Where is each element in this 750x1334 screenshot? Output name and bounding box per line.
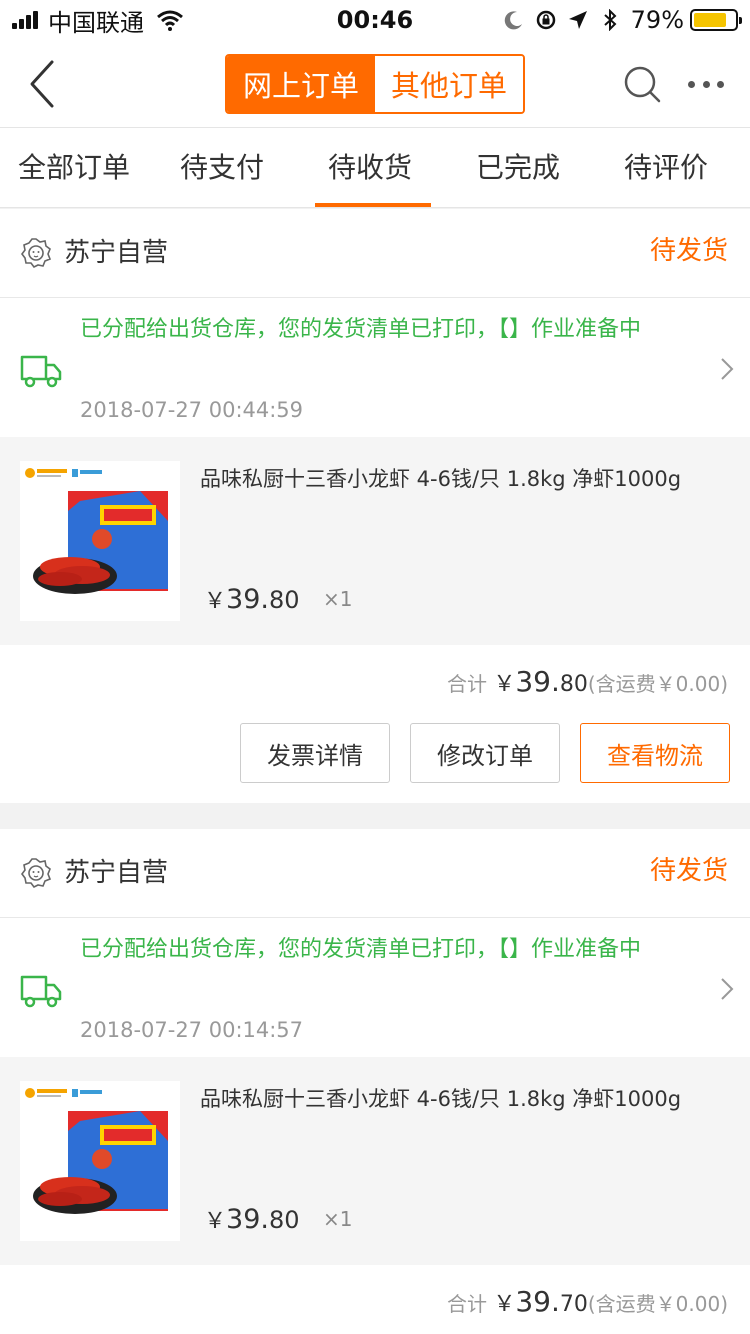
shop-row[interactable]: 苏宁自营 待发货: [0, 209, 750, 298]
segment-other-orders[interactable]: 其他订单: [375, 56, 523, 112]
product-row[interactable]: 品味私厨十三香小龙虾 4-6钱/只 1.8kg 净虾1000g ￥39.80 ×…: [0, 437, 750, 645]
shipping-fee: (含运费￥0.00): [587, 1292, 728, 1316]
shop-name: 苏宁自营: [64, 858, 169, 888]
crayfish-box-image: [20, 461, 180, 621]
shop-lion-icon: [21, 238, 52, 269]
battery-percentage: 79%: [630, 6, 684, 34]
tab-pending-receipt[interactable]: 待收货: [296, 128, 444, 208]
product-image[interactable]: [20, 1081, 180, 1241]
product-row[interactable]: 品味私厨十三香小龙虾 4-6钱/只 1.8kg 净虾1000g ￥39.80 ×…: [0, 1057, 750, 1265]
total-symbol: ￥: [493, 672, 516, 697]
status-bar: 中国联通 00:46 79%: [0, 0, 750, 40]
moon-icon: [504, 11, 522, 30]
total-symbol: ￥: [493, 1292, 516, 1317]
logistics-message: 已分配给出货仓库，您的发货清单已打印，【】作业准备中: [80, 317, 642, 342]
shipping-fee: (含运费￥0.00): [587, 672, 728, 696]
chevron-right-icon: [721, 358, 734, 380]
logistics-message: 已分配给出货仓库，您的发货清单已打印，【】作业准备中: [80, 937, 642, 962]
logistics-row[interactable]: 已分配给出货仓库，您的发货清单已打印，【】作业准备中 2018-07-27 00…: [0, 919, 750, 1057]
price-decimal: 80: [268, 1206, 300, 1234]
tab-pending-review[interactable]: 待评价: [592, 128, 740, 208]
segment-online-orders[interactable]: 网上订单: [227, 56, 375, 112]
product-image[interactable]: [20, 461, 180, 621]
order-type-switch: 网上订单 其他订单: [225, 54, 525, 114]
order-card: 苏宁自营 待发货 已分配给出货仓库，您的发货清单已打印，【】作业准备中 2018…: [0, 209, 750, 803]
total-decimal: 70: [559, 1292, 588, 1317]
invoice-details-button[interactable]: 发票详情: [240, 723, 390, 783]
shop-lion-icon: [21, 858, 52, 889]
battery-level: [694, 13, 726, 27]
logistics-row[interactable]: 已分配给出货仓库，您的发货清单已打印，【】作业准备中 2018-07-27 00…: [0, 299, 750, 437]
order-status-tabs: 全部订单 待支付 待收货 已完成 待评价: [0, 128, 750, 208]
chevron-right-icon: [721, 978, 734, 1000]
price-integer: 39.: [226, 584, 269, 615]
product-quantity: ×1: [323, 1207, 353, 1231]
order-card: 苏宁自营 待发货 已分配给出货仓库，您的发货清单已打印，【】作业准备中 2018…: [0, 829, 750, 1334]
logistics-time: 2018-07-27 00:44:59: [80, 398, 304, 422]
active-tab-indicator: [315, 203, 431, 207]
shop-name: 苏宁自营: [64, 238, 169, 268]
product-quantity: ×1: [323, 587, 353, 611]
total-label: 合计: [446, 672, 487, 696]
order-action-buttons: 发票详情 修改订单 查看物流: [0, 723, 750, 785]
status-right: 79%: [503, 6, 742, 34]
product-price: ￥39.80: [204, 583, 300, 615]
bluetooth-icon: [603, 9, 617, 31]
rotation-lock-icon: [536, 10, 555, 30]
product-name: 品味私厨十三香小龙虾 4-6钱/只 1.8kg 净虾1000g: [200, 1087, 682, 1111]
battery-icon: [690, 9, 742, 31]
order-status: 待发货: [649, 856, 728, 886]
total-integer: 39.: [515, 1285, 560, 1318]
order-total: 合计 ￥39.70(含运费￥0.00): [447, 1285, 728, 1322]
crayfish-box-image: [20, 1081, 180, 1241]
view-logistics-button[interactable]: 查看物流: [580, 723, 730, 783]
order-total: 合计 ￥39.80(含运费￥0.00): [447, 665, 728, 702]
price-symbol: ￥: [204, 589, 227, 614]
price-integer: 39.: [226, 1204, 269, 1235]
tab-all-orders[interactable]: 全部订单: [0, 128, 148, 208]
product-name: 品味私厨十三香小龙虾 4-6钱/只 1.8kg 净虾1000g: [200, 467, 682, 491]
location-arrow-icon: [568, 11, 587, 29]
logistics-time: 2018-07-27 00:14:57: [80, 1018, 304, 1042]
tab-completed[interactable]: 已完成: [444, 128, 592, 208]
price-decimal: 80: [268, 586, 300, 614]
truck-icon: [20, 355, 62, 388]
search-icon[interactable]: [622, 64, 662, 104]
shop-row[interactable]: 苏宁自营 待发货: [0, 829, 750, 918]
modify-order-button[interactable]: 修改订单: [410, 723, 560, 783]
total-decimal: 80: [559, 672, 588, 697]
total-label: 合计: [446, 1292, 487, 1316]
total-integer: 39.: [515, 665, 560, 698]
order-status: 待发货: [649, 236, 728, 266]
back-button[interactable]: [22, 56, 62, 112]
product-price: ￥39.80: [204, 1203, 300, 1235]
more-dots-icon[interactable]: [688, 78, 724, 90]
tab-pending-payment[interactable]: 待支付: [148, 128, 296, 208]
truck-icon: [20, 975, 62, 1008]
price-symbol: ￥: [204, 1209, 227, 1234]
nav-bar: 网上订单 其他订单: [0, 40, 750, 128]
